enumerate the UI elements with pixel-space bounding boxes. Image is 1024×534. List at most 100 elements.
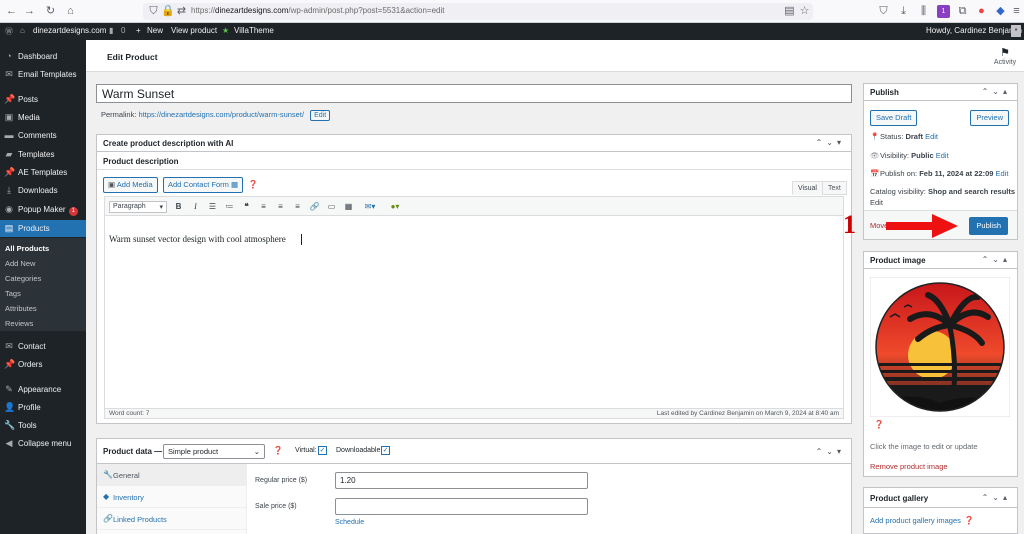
box-controls[interactable]: ⌃⌄▾ [816,447,845,456]
color-extension-icon[interactable]: ● [975,5,988,18]
help-icon[interactable]: ❓ [273,446,283,455]
box-controls[interactable]: ⌃⌄▴ [982,493,1011,502]
sidebar-item-orders[interactable]: 📌 Orders [0,356,86,373]
menu-icon[interactable]: ≡ [1010,5,1023,18]
sidebar-item-media[interactable]: ▣ Media [0,109,86,126]
sidebar-item-posts[interactable]: 📌 Posts [0,91,86,108]
editor-text[interactable]: Warm sunset vector design with cool atmo… [109,234,286,244]
blockquote-icon[interactable]: ❝ [241,201,252,212]
product-title-input[interactable] [96,84,852,103]
activity-button[interactable]: ⚑ Activity [992,46,1018,66]
sidebar-item-dashboard[interactable]: ◔ Dashboard [0,48,86,65]
tune-icon[interactable]: ⇄ [175,5,188,18]
product-type-select[interactable]: Simple product ⌄ [163,444,265,459]
reader-icon[interactable]: ▤ [783,5,796,18]
lock-icon[interactable]: 🔒 [161,5,175,18]
editor-content-area[interactable]: Warm sunset vector design with cool atmo… [104,216,844,408]
add-gallery-images-link[interactable]: Add product gallery images [870,516,961,525]
permalink-link[interactable]: https://dinezartdesigns.com/product/warm… [139,110,305,119]
sidebar-item-appearance[interactable]: ✎ Appearance [0,381,86,398]
sidebar-item-tools[interactable]: 🔧 Tools [0,417,86,434]
submenu-add-new[interactable]: Add New [5,259,35,268]
add-media-button[interactable]: ▣ Add Media [103,177,158,193]
comment-icon[interactable]: ▮ [109,26,113,35]
extension-badge-icon[interactable]: 1 [937,5,950,18]
box-controls[interactable]: ⌃⌄▴ [982,87,1011,96]
virtual-checkbox[interactable]: ✓ [318,446,327,455]
sidebar-item-collapse-menu[interactable]: ◀ Collapse menu [0,435,86,452]
comments-count[interactable]: 0 [121,26,125,35]
back-icon[interactable]: ← [5,5,18,18]
permalink-edit-button[interactable]: Edit [310,110,331,121]
pocket-icon[interactable]: ⛉ [877,5,890,18]
help-icon[interactable]: ❓ [874,420,884,429]
site-name-link[interactable]: dinezartdesigns.com [33,26,106,35]
align-right-icon[interactable]: ≡ [292,201,303,212]
help-icon[interactable]: ❓ [248,180,258,189]
box-controls[interactable]: ⌃⌄▾ [816,138,845,147]
tab-general[interactable]: 🔧 General [97,464,247,486]
submenu-categories[interactable]: Categories [5,274,41,283]
help-icon[interactable]: ❓ [964,516,974,525]
bold-icon[interactable]: B [173,201,184,212]
sidebar-item-contact[interactable]: ✉ Contact [0,338,86,355]
howdy-user[interactable]: Howdy, Cardinez Benjamin [926,26,1022,35]
wordpress-logo-icon[interactable]: Ⓦ [5,26,13,37]
align-left-icon[interactable]: ≡ [258,201,269,212]
downloadable-checkbox[interactable]: ✓ [381,446,390,455]
sidebar-item-ae-templates[interactable]: 📌 AE Templates [0,164,86,181]
email-insert-icon[interactable]: ✉▾ [361,201,379,212]
remove-product-image-link[interactable]: Remove product image [870,462,948,471]
visibility-edit-link[interactable]: Edit [936,151,949,160]
paragraph-select[interactable]: Paragraph ▾ [109,201,167,213]
date-edit-link[interactable]: Edit [996,169,1009,178]
status-edit-link[interactable]: Edit [925,132,938,141]
schedule-link[interactable]: Schedule [335,519,364,526]
home-icon[interactable]: ⌂ [64,5,77,18]
catalog-edit-link[interactable]: Edit [870,198,883,207]
tab-linked-products[interactable]: 🔗 Linked Products [97,508,247,530]
publish-button[interactable]: Publish [969,217,1008,235]
sidebar-item-email-templates[interactable]: ✉ Email Templates [0,66,86,83]
sidebar-item-popup-maker[interactable]: ◉ Popup Maker 1 [0,201,86,218]
regular-price-input[interactable] [335,472,588,489]
sidebar-item-templates[interactable]: ▰ Templates [0,146,86,163]
tab-text[interactable]: Text [822,181,847,195]
forward-icon[interactable]: → [23,5,36,18]
save-draft-button[interactable]: Save Draft [870,110,918,126]
align-center-icon[interactable]: ≡ [275,201,286,212]
read-more-icon[interactable]: ▭ [326,201,337,212]
box-controls[interactable]: ⌃⌄▴ [982,255,1011,264]
preview-button[interactable]: Preview [970,110,1009,126]
product-thumbnail[interactable] [870,277,1010,417]
bookmark-star-icon[interactable]: ☆ [798,5,811,18]
add-contact-form-button[interactable]: Add Contact Form ▦ [163,177,244,193]
shield-icon[interactable]: ⛉ [147,5,160,18]
address-bar[interactable]: ⛉ 🔒 ⇄ https://dinezartdesigns.com/wp-adm… [143,3,813,20]
submenu-all-products[interactable]: All Products [5,244,49,253]
new-link[interactable]: New [147,26,163,35]
submenu-reviews[interactable]: Reviews [5,319,33,328]
italic-icon[interactable]: I [190,201,201,212]
tab-visual[interactable]: Visual [792,181,823,195]
sidebar-item-profile[interactable]: 👤 Profile [0,399,86,416]
link-icon[interactable]: 🔗 [309,201,320,212]
sidebar-item-comments[interactable]: ▬ Comments [0,127,86,144]
extensions-icon[interactable]: ⧉ [956,5,969,18]
submenu-tags[interactable]: Tags [5,289,21,298]
plugin-icon[interactable]: ●▾ [386,201,404,212]
sidebar-item-products[interactable]: ▤ Products [0,220,86,237]
plus-icon[interactable]: + [136,26,141,35]
view-product-link[interactable]: View product [171,26,217,35]
reload-icon[interactable]: ↻ [44,5,57,18]
villatheme-link[interactable]: VillaTheme [234,26,274,35]
download-icon[interactable]: ⤓ [897,5,910,18]
account-icon[interactable]: ◆ [994,5,1007,18]
sidebar-item-downloads[interactable]: ⤓ Downloads [0,182,86,199]
avatar[interactable]: ▪ [1011,25,1021,37]
library-icon[interactable]: ⫼ [917,5,930,18]
numbered-list-icon[interactable]: ≔ [224,201,235,212]
tab-inventory[interactable]: ◆ Inventory [97,486,247,508]
submenu-attributes[interactable]: Attributes [5,304,37,313]
sale-price-input[interactable] [335,498,588,515]
